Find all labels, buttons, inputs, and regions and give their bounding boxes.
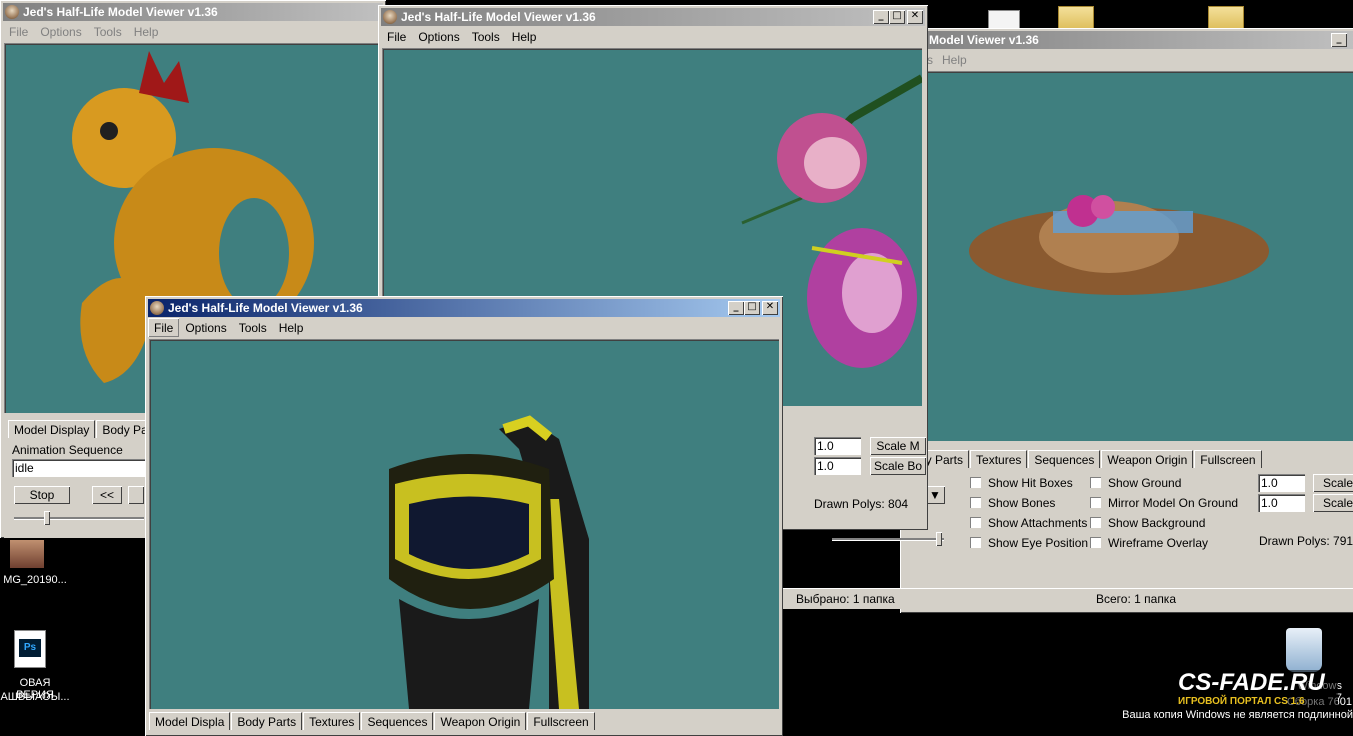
menu-tools[interactable]: Tools (466, 27, 506, 46)
scale-field-1[interactable]: 1.0 (1258, 474, 1305, 492)
show-bones-checkbox[interactable]: Show Bones (970, 496, 1055, 510)
animation-sequence-label: Animation Sequence (12, 443, 123, 457)
menu-tools[interactable]: Tools (233, 318, 273, 337)
status-selected: Выбрано: 1 папка (796, 592, 895, 606)
watermark-big: CS-FADE.RU (1178, 669, 1325, 696)
tab-fullscreen[interactable]: Fullscreen (1194, 450, 1262, 468)
status-total: Всего: 1 папка (1096, 592, 1176, 606)
drawn-polys-label: Drawn Polys: 791 (1259, 534, 1353, 548)
model-viewer-window-4: Jed's Half-Life Model Viewer v1.36 _ □ ✕… (145, 296, 783, 736)
animation-sequence-select[interactable]: idle (12, 459, 145, 477)
desktop-image-label: MG_20190... (3, 574, 67, 586)
tab-textures[interactable]: Textures (970, 450, 1028, 468)
maximize-icon[interactable]: □ (744, 301, 760, 315)
tab-model-display[interactable]: Model Display (8, 420, 96, 438)
maximize-icon[interactable]: □ (889, 10, 905, 24)
menu-help[interactable]: Help (506, 27, 543, 46)
model-viewport[interactable] (903, 71, 1353, 441)
model-viewport[interactable] (149, 339, 779, 709)
title-bar[interactable]: Jed's Half-Life Model Viewer v1.36 _ □ ✕ (381, 8, 925, 26)
scale-mesh-button[interactable]: Scale M (870, 437, 926, 455)
stop-button[interactable]: Stop (14, 486, 70, 504)
tab-sequences[interactable]: Sequences (361, 712, 434, 730)
show-hit-boxes-checkbox[interactable]: Show Hit Boxes (970, 476, 1073, 490)
menu-options[interactable]: Options (179, 318, 232, 337)
tab-weapon-origin[interactable]: Weapon Origin (434, 712, 527, 730)
window-title: Model Viewer v1.36 (929, 33, 1039, 47)
menu-options[interactable]: Options (412, 27, 465, 46)
tab-sequences[interactable]: Sequences (1028, 450, 1101, 468)
scale-field-2[interactable]: 1.0 (814, 457, 861, 475)
menu-help[interactable]: Help (128, 22, 165, 41)
menu-help[interactable]: Help (273, 318, 310, 337)
recycle-bin-icon[interactable] (1286, 628, 1322, 672)
rewind-button[interactable]: << (92, 486, 122, 504)
watermark-logo: CS-FADE.RU ИГРОВОЙ ПОРТАЛ CS 1.6 (1178, 670, 1338, 708)
window-title: Jed's Half-Life Model Viewer v1.36 (168, 301, 363, 315)
scale-field-1[interactable]: 1.0 (814, 437, 861, 455)
window-title: Jed's Half-Life Model Viewer v1.36 (401, 10, 596, 24)
hat-model (969, 195, 1269, 295)
wireframe-overlay-checkbox[interactable]: Wireframe Overlay (1090, 536, 1208, 550)
close-icon[interactable]: ✕ (907, 10, 923, 24)
minimize-icon[interactable]: _ (728, 301, 744, 315)
speed-slider[interactable] (14, 509, 144, 527)
tab-fullscreen[interactable]: Fullscreen (527, 712, 595, 730)
watermark-small: ИГРОВОЙ ПОРТАЛ CS 1.6 (1178, 696, 1305, 707)
menu-help[interactable]: Help (936, 50, 973, 69)
menu-tools[interactable]: Tools (88, 22, 128, 41)
show-background-checkbox[interactable]: Show Background (1090, 516, 1205, 530)
minimize-icon[interactable]: _ (873, 10, 889, 24)
tab-model-display[interactable]: Model Displa (149, 712, 231, 730)
desktop-image-icon[interactable] (10, 540, 44, 568)
close-icon[interactable]: ✕ (762, 301, 778, 315)
desktop-psd-label-2: АШВЫАОЫ... (0, 691, 70, 703)
scale-field-2[interactable]: 1.0 (1258, 494, 1305, 512)
mirror-model-checkbox[interactable]: Mirror Model On Ground (1090, 496, 1238, 510)
tab-textures[interactable]: Textures (303, 712, 361, 730)
half-life-app-icon (150, 301, 164, 315)
next-button[interactable] (128, 486, 144, 504)
window-title: Jed's Half-Life Model Viewer v1.36 (23, 5, 218, 19)
menu-file[interactable]: File (381, 27, 412, 46)
title-bar[interactable]: Model Viewer v1.36 _ (903, 31, 1353, 49)
minimize-icon[interactable]: _ (1331, 33, 1347, 47)
show-attachments-checkbox[interactable]: Show Attachments (970, 516, 1087, 530)
title-bar[interactable]: Jed's Half-Life Model Viewer v1.36 (3, 3, 383, 21)
show-eye-position-checkbox[interactable]: Show Eye Position (970, 536, 1088, 550)
photoshop-icon[interactable]: Ps (14, 630, 46, 668)
half-life-app-icon (383, 10, 397, 24)
drawn-polys-label: Drawn Polys: 804 (814, 497, 909, 511)
tab-weapon-origin[interactable]: Weapon Origin (1101, 450, 1194, 468)
scale-button-2[interactable]: Scale (1313, 494, 1353, 512)
control-panel: dy Parts Textures Sequences Weapon Origi… (903, 442, 1353, 612)
show-ground-checkbox[interactable]: Show Ground (1090, 476, 1181, 490)
half-life-app-icon (5, 5, 19, 19)
menu-options[interactable]: Options (34, 22, 87, 41)
window3-slider[interactable] (832, 530, 944, 548)
explorer-status-bar: Выбрано: 1 папка Всего: 1 папка (782, 588, 1353, 609)
menu-file[interactable]: File (148, 318, 179, 337)
title-bar[interactable]: Jed's Half-Life Model Viewer v1.36 _ □ ✕ (148, 299, 780, 317)
activation-text: Ваша копия Windows не является подлинной (1122, 709, 1353, 721)
dropdown-button[interactable]: ▼ (925, 486, 945, 504)
scale-bones-button[interactable]: Scale Bo (870, 457, 926, 475)
scale-button-1[interactable]: Scale (1313, 474, 1353, 492)
menu-file[interactable]: File (3, 22, 34, 41)
model-viewer-window-3: Model Viewer v1.36 _ s Help dy Parts Tex… (900, 28, 1353, 613)
tab-body-parts[interactable]: Body Parts (231, 712, 303, 730)
diving-mask-model (389, 415, 589, 709)
